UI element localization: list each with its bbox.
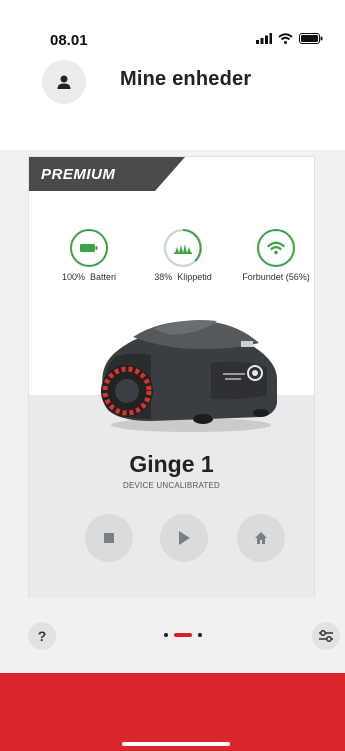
help-button[interactable]: ? (28, 622, 56, 650)
page-dot[interactable] (164, 633, 168, 637)
home-button[interactable] (237, 514, 285, 562)
play-icon (179, 531, 190, 545)
stop-button[interactable] (85, 514, 133, 562)
device-status: DEVICE UNCALIBRATED (122, 481, 220, 490)
battery-stat-circle (70, 229, 108, 267)
premium-label: PREMIUM (41, 166, 116, 183)
mowing-time-stat-circle (164, 229, 202, 267)
mowing-time-stat: 38% Klippetid (133, 229, 233, 282)
battery-stat: 100% Batteri (39, 229, 139, 282)
signal-icon (256, 33, 272, 44)
status-icons (256, 33, 323, 44)
connection-stat: Forbundet (56%) (226, 229, 326, 282)
user-icon (57, 75, 71, 89)
home-icon (255, 532, 267, 544)
wifi-icon (278, 33, 293, 44)
status-time: 08.01 (50, 32, 88, 49)
settings-button[interactable] (312, 622, 340, 650)
mower-image (101, 320, 277, 432)
battery-stat-text: 100% Batteri (61, 272, 117, 282)
connection-stat-circle (257, 229, 295, 267)
bottom-red-band (0, 673, 345, 751)
sliders-icon (319, 630, 333, 642)
device-name: Ginge 1 (129, 451, 214, 477)
profile-button[interactable] (42, 60, 86, 104)
home-indicator[interactable] (122, 742, 230, 746)
page-dot[interactable] (198, 633, 202, 637)
battery-icon (299, 33, 323, 44)
premium-badge: PREMIUM (29, 157, 185, 191)
mowing-time-stat-text: 38% Klippetid (154, 272, 212, 282)
top-bar: 08.01 Mine enheder (0, 0, 345, 150)
battery-icon (80, 244, 98, 252)
grass-icon (174, 244, 192, 254)
page-title: Mine enheder (120, 68, 252, 90)
page-dot-active[interactable] (174, 633, 192, 637)
play-button[interactable] (160, 514, 208, 562)
page-indicator (164, 633, 202, 637)
stop-icon (104, 533, 114, 543)
device-card[interactable]: PREMIUM 100% Batteri 38% Klippetid Forbu… (28, 156, 315, 598)
wifi-icon (267, 241, 285, 255)
status-bar: 08.01 (0, 0, 345, 60)
connection-stat-text: Forbundet (56%) (242, 272, 310, 282)
